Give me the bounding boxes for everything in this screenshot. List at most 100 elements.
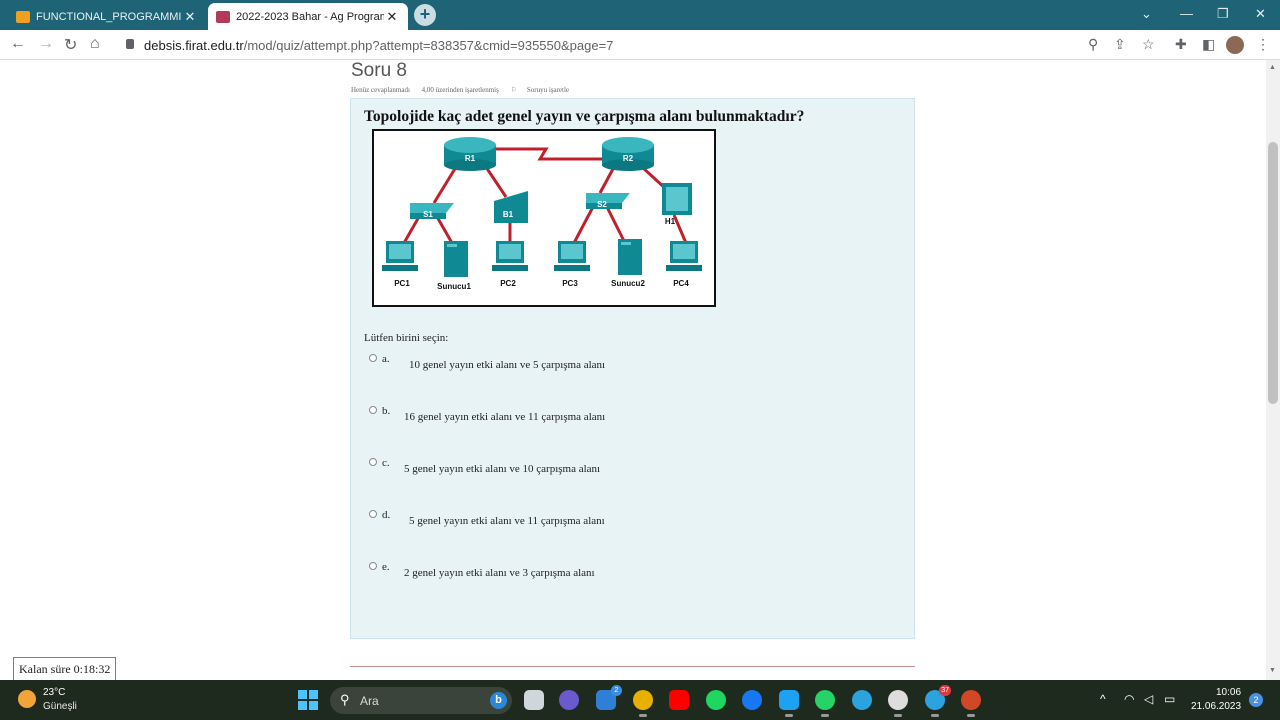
tab-search-icon[interactable]: ⌄ [1141,6,1152,22]
radio-b[interactable] [369,406,377,414]
radio-a[interactable] [369,354,377,362]
bing-icon[interactable]: b [490,692,507,709]
forward-icon[interactable]: → [38,35,54,53]
zoom-icon[interactable]: ⚲ [1088,36,1098,53]
radio-d[interactable] [369,510,377,518]
lock-icon [126,39,134,49]
pc4: PC4 [666,241,702,288]
reload-icon[interactable]: ↻ [64,35,77,55]
link-r1-s1 [432,166,458,204]
search-icon: ⚲ [340,692,350,707]
telegram-desktop-icon[interactable]: 37 [925,685,951,717]
question-meta: Henüz cevaplanmadı 4,00 üzerinden işaret… [351,86,589,94]
taskbar: 23°C Güneşli ⚲ Ara b 2 37 ^ ◠ ◁ ▭ 10:06 … [0,680,1280,720]
option-text[interactable]: 5 genel yayın etki alanı ve 10 çarpışma … [404,463,600,475]
link-r2-s2 [598,166,616,194]
close-tab-icon[interactable]: ✕ [182,9,198,25]
radio-e[interactable] [369,562,377,570]
option-letter: e. [382,561,390,573]
minimize-icon[interactable]: — [1180,6,1193,21]
spotify-icon[interactable] [706,690,726,710]
option-letter: d. [382,509,391,521]
option-text[interactable]: 5 genel yayın etki alanı ve 11 çarpışma … [409,515,605,527]
mail-icon[interactable]: 2 [596,685,622,710]
switch-s1: S1 [410,203,454,219]
teams-chat-icon[interactable] [559,690,579,710]
question-box: Topolojide kaç adet genel yayın ve çarpı… [350,98,915,639]
tab-functional-programming[interactable]: FUNCTIONAL_PROGRAMMING.ip ✕ [8,3,206,30]
close-tab-icon[interactable]: ✕ [384,9,400,25]
answer-prompt: Lütfen birini seçin: [364,332,449,344]
question-text: Topolojide kaç adet genel yayın ve çarpı… [364,108,805,125]
task-view-icon[interactable] [524,690,544,710]
label-r1: R1 [465,154,476,163]
flag-label: Soruyu işaretle [526,86,570,94]
share-icon[interactable]: ⇪ [1114,36,1126,53]
flag-question-link[interactable]: ⚐ Soruyu işaretle [511,86,579,94]
question-title: Soru 8 [351,60,407,81]
router-r2: R2 [602,137,654,171]
radio-c[interactable] [369,458,377,466]
scroll-down-icon[interactable]: ▼ [1269,667,1276,674]
weather-temperature[interactable]: 23°C [43,687,65,698]
maximize-icon[interactable]: ❐ [1217,6,1229,22]
start-icon[interactable] [298,690,318,710]
notification-count[interactable]: 2 [1249,693,1263,707]
scroll-thumb[interactable] [1268,142,1278,404]
link-r1-b1 [484,166,508,198]
router-r1: R1 [444,137,496,171]
tab-quiz[interactable]: 2022-2023 Bahar - Ag Programla ✕ [208,3,408,30]
server-sunucu2: Sunucu2 [611,239,645,288]
chatgpt-icon[interactable] [888,690,908,717]
scroll-up-icon[interactable]: ▲ [1269,64,1276,71]
youtube-icon[interactable] [669,690,689,710]
home-icon[interactable]: ⌂ [90,35,100,53]
option-text[interactable]: 2 genel yayın etki alanı ve 3 çarpışma a… [404,567,595,579]
clock-date[interactable]: 21.06.2023 [1191,701,1241,712]
page-scrollbar[interactable]: ▲ ▼ [1266,60,1280,680]
label-s1: S1 [423,210,433,219]
side-panel-icon[interactable]: ◧ [1202,36,1215,53]
menu-icon[interactable]: ⋮ [1256,36,1270,53]
whatsapp-icon[interactable] [815,690,835,717]
browser-toolbar: ← → ↻ ⌂ debsis.firat.edu.tr/mod/quiz/att… [0,30,1280,60]
jupyter-favicon-icon [16,10,30,23]
clock-time[interactable]: 10:06 [1216,687,1241,698]
page-content: Soru 8 Henüz cevaplanmadı 4,00 üzerinden… [0,60,1266,680]
option-letter: a. [382,353,390,365]
option-text[interactable]: 10 genel yayın etki alanı ve 5 çarpışma … [409,359,605,371]
address-bar[interactable]: debsis.firat.edu.tr/mod/quiz/attempt.php… [144,38,613,53]
weather-description[interactable]: Güneşli [43,701,77,712]
volume-icon[interactable]: ◁ [1144,692,1153,706]
telegram-icon[interactable] [852,690,872,710]
show-hidden-icons-icon[interactable]: ^ [1100,692,1106,706]
question-points: 4,00 üzerinden işaretlenmiş [421,86,499,94]
wifi-icon[interactable]: ◠ [1124,692,1134,706]
facebook-icon[interactable] [742,690,762,710]
label-pc4: PC4 [673,279,689,288]
option-letter: b. [382,405,391,417]
label-pc1: PC1 [394,279,410,288]
extensions-icon[interactable]: ✚ [1175,36,1187,53]
server-sunucu1: Sunucu1 [437,241,471,291]
option-text[interactable]: 16 genel yayın etki alanı ve 11 çarpışma… [404,411,605,423]
taskbar-search[interactable]: ⚲ Ara b [330,687,512,714]
topology-svg: R1 R2 S1 S2 B1 H1 PC1 Sunucu1 PC2 PC3 Su… [382,137,702,291]
weather-sun-icon[interactable] [18,690,36,708]
battery-icon[interactable]: ▭ [1164,692,1175,706]
back-icon[interactable]: ← [10,35,26,53]
chrome-icon[interactable] [633,690,653,717]
bookmark-star-icon[interactable]: ☆ [1142,36,1155,53]
link-r1-r2 [492,147,606,161]
close-window-icon[interactable]: ✕ [1255,6,1266,22]
label-sunucu1: Sunucu1 [437,282,471,291]
flag-icon: ⚐ [510,86,517,94]
pc1: PC1 [382,241,418,288]
twitter-icon[interactable] [779,690,799,717]
powerpoint-icon[interactable] [961,690,981,717]
new-tab-button[interactable]: + [414,4,436,26]
tab-strip: FUNCTIONAL_PROGRAMMING.ip ✕ 2022-2023 Ba… [0,0,1280,30]
quiz-timer: Kalan süre 0:18:32 [13,657,117,680]
profile-avatar[interactable] [1226,36,1244,54]
pc3: PC3 [554,241,590,288]
